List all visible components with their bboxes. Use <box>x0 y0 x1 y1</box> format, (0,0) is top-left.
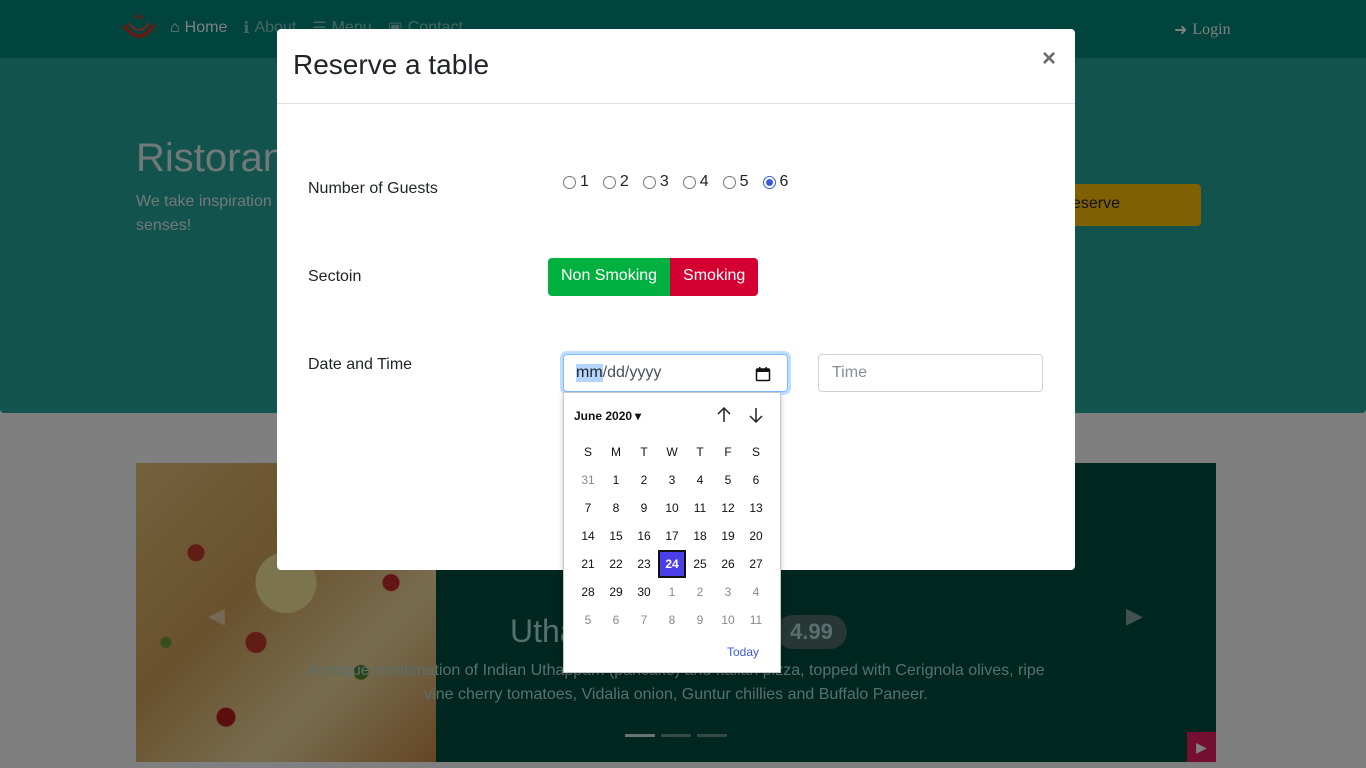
calendar-day[interactable]: 3 <box>714 578 742 606</box>
calendar-day[interactable]: 31 <box>574 466 602 494</box>
radio-label: 2 <box>619 173 629 190</box>
calendar-day[interactable]: 2 <box>686 578 714 606</box>
radio-button[interactable] <box>602 175 616 189</box>
calendar-day[interactable]: 1 <box>602 466 630 494</box>
calendar-day[interactable]: 10 <box>714 606 742 634</box>
arrow-up-icon[interactable] <box>714 405 734 425</box>
calendar-day[interactable]: 21 <box>574 550 602 578</box>
calendar-day[interactable]: 14 <box>574 522 602 550</box>
guests-label: Number of Guests <box>308 180 438 197</box>
weekday-header: T <box>640 445 648 459</box>
calendar-day[interactable]: 28 <box>574 578 602 606</box>
calendar-day[interactable]: 2 <box>630 466 658 494</box>
calendar-day[interactable]: 20 <box>742 522 770 550</box>
calendar-day[interactable]: 27 <box>742 550 770 578</box>
date-month-segment[interactable]: mm <box>576 364 603 382</box>
weekday-header: M <box>611 445 621 459</box>
calendar-day[interactable]: 6 <box>602 606 630 634</box>
calendar-day[interactable]: 4 <box>686 466 714 494</box>
calendar-day[interactable]: 18 <box>686 522 714 550</box>
radio-label: 3 <box>659 173 669 190</box>
calendar-day-selected[interactable]: 24 <box>658 550 686 578</box>
calendar-day[interactable]: 9 <box>686 606 714 634</box>
calendar-day[interactable]: 22 <box>602 550 630 578</box>
modal-title: Reserve a table <box>293 49 490 80</box>
section-button-group: Non Smoking Smoking <box>548 258 759 296</box>
weekday-header: S <box>751 445 760 459</box>
calendar-day[interactable]: 10 <box>658 494 686 522</box>
close-icon[interactable]: × <box>1042 45 1056 73</box>
weekday-header: W <box>666 445 678 459</box>
calendar-day[interactable]: 15 <box>602 522 630 550</box>
radio-label: 6 <box>779 173 789 190</box>
calendar-grid: S M T W T F S 31 1 2 3 4 5 6 7 8 9 10 11 12 13 14 15 16 17 18 19 20… <box>574 438 770 634</box>
calendar-day[interactable]: 19 <box>714 522 742 550</box>
calendar-day[interactable]: 5 <box>714 466 742 494</box>
time-input[interactable]: Time <box>818 354 1043 392</box>
calendar-day[interactable]: 6 <box>742 466 770 494</box>
calendar-day[interactable]: 29 <box>602 578 630 606</box>
guests-option-1[interactable]: 1 <box>563 173 589 191</box>
calendar-day[interactable]: 8 <box>658 606 686 634</box>
radio-label: 4 <box>699 173 709 190</box>
calendar-icon[interactable] <box>755 366 771 382</box>
modal-header: Reserve a table × <box>277 29 1075 104</box>
weekday-header: T <box>696 445 704 459</box>
date-time-label: Date and Time <box>308 356 413 373</box>
calendar-day[interactable]: 30 <box>630 578 658 606</box>
smoking-button[interactable]: Smoking <box>670 258 759 296</box>
calendar-day[interactable]: 17 <box>658 522 686 550</box>
today-button[interactable]: Today <box>727 645 759 659</box>
date-rest-segments[interactable]: /dd/yyyy <box>603 364 662 382</box>
radio-label: 5 <box>739 173 749 190</box>
guests-option-6[interactable]: 6 <box>762 173 789 191</box>
radio-button[interactable] <box>722 175 736 189</box>
calendar-day[interactable]: 5 <box>574 606 602 634</box>
guests-option-3[interactable]: 3 <box>642 173 669 191</box>
date-input[interactable]: mm /dd/yyyy <box>563 354 788 392</box>
calendar-day[interactable]: 25 <box>686 550 714 578</box>
weekday-header: F <box>724 445 732 459</box>
calendar-day[interactable]: 9 <box>630 494 658 522</box>
month-year-label: June 2020 <box>574 409 633 423</box>
calendar-day[interactable]: 3 <box>658 466 686 494</box>
calendar-day[interactable]: 8 <box>602 494 630 522</box>
calendar-day[interactable]: 1 <box>658 578 686 606</box>
calendar-day[interactable]: 7 <box>574 494 602 522</box>
guests-option-2[interactable]: 2 <box>602 173 629 191</box>
radio-button[interactable] <box>682 175 696 189</box>
calendar-day[interactable]: 23 <box>630 550 658 578</box>
guests-option-4[interactable]: 4 <box>682 173 709 191</box>
radio-button-checked[interactable] <box>762 175 776 189</box>
weekday-header: S <box>583 445 592 459</box>
calendar-day[interactable]: 13 <box>742 494 770 522</box>
calendar-day[interactable]: 26 <box>714 550 742 578</box>
calendar-day[interactable]: 12 <box>714 494 742 522</box>
radio-button[interactable] <box>563 175 576 189</box>
calendar-day[interactable]: 4 <box>742 578 770 606</box>
radio-button[interactable] <box>642 175 656 189</box>
section-label: Sectoin <box>308 268 362 285</box>
guests-option-5[interactable]: 5 <box>722 173 749 191</box>
calendar-day[interactable]: 7 <box>630 606 658 634</box>
non-smoking-button[interactable]: Non Smoking <box>548 258 671 296</box>
guests-radio-group: 1 2 3 4 5 6 <box>563 173 788 191</box>
calendar-day[interactable]: 16 <box>630 522 658 550</box>
month-year-selector[interactable]: June 2020 ▾ <box>574 409 641 423</box>
caret-down-icon: ▾ <box>635 409 642 423</box>
arrow-down-icon[interactable] <box>746 405 766 425</box>
calendar-day[interactable]: 11 <box>686 494 714 522</box>
radio-label: 1 <box>580 173 589 190</box>
date-picker-popup: June 2020 ▾ S M T W T F S 31 1 2 3 4 5 6 7 8 9 10 11 12 13 14… <box>563 392 781 673</box>
calendar-day[interactable]: 11 <box>742 606 770 634</box>
